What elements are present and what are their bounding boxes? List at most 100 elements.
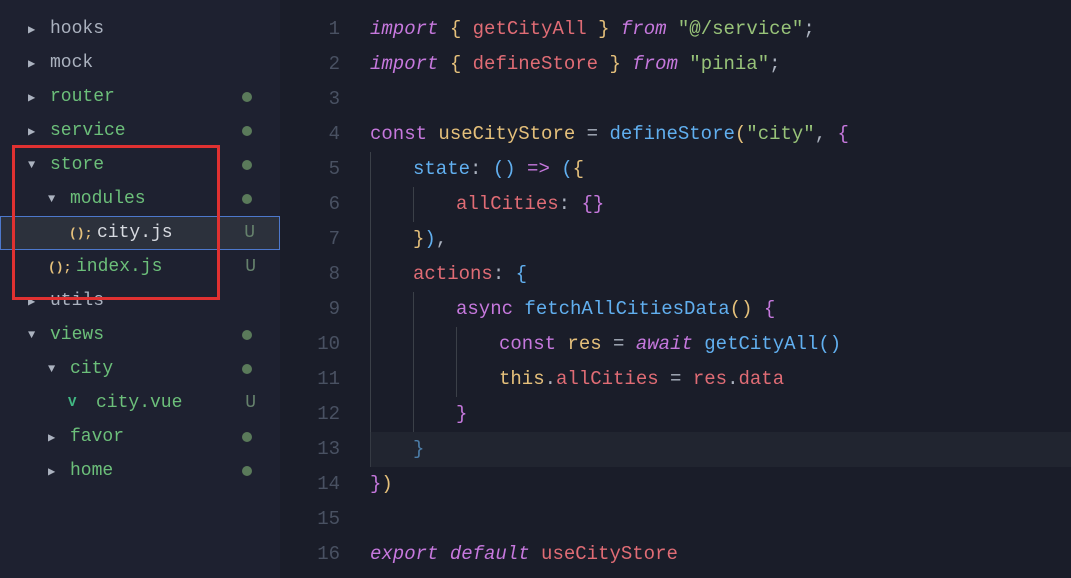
code-line[interactable] bbox=[370, 502, 1071, 537]
chevron-right-icon: ▶ bbox=[28, 90, 42, 105]
folder-label: city bbox=[70, 359, 113, 379]
token-prop: state bbox=[413, 152, 470, 187]
line-number: 16 bbox=[280, 537, 340, 572]
chevron-right-icon: ▶ bbox=[48, 464, 62, 479]
line-number: 15 bbox=[280, 502, 340, 537]
code-line[interactable]: import { getCityAll } from "@/service"; bbox=[370, 12, 1071, 47]
token-keyword: await bbox=[636, 327, 704, 362]
token-brace: ( bbox=[818, 327, 829, 362]
folder-label: service bbox=[50, 121, 126, 141]
line-number: 1 bbox=[280, 12, 340, 47]
token-brace: { bbox=[450, 12, 473, 47]
chevron-down-icon: ▼ bbox=[28, 328, 42, 342]
token-prop: allCities bbox=[456, 187, 559, 222]
chevron-right-icon: ▶ bbox=[28, 294, 42, 309]
chevron-down-icon: ▼ bbox=[28, 158, 42, 172]
vue-file-icon: V bbox=[68, 395, 90, 411]
token-string: "@/service" bbox=[678, 12, 803, 47]
line-number: 2 bbox=[280, 47, 340, 82]
tree-file-city-js[interactable]: (); city.js bbox=[0, 216, 280, 250]
token-prop: data bbox=[738, 362, 784, 397]
line-number: 5 bbox=[280, 152, 340, 187]
line-number: 11 bbox=[280, 362, 340, 397]
line-number: 14 bbox=[280, 467, 340, 502]
chevron-down-icon: ▼ bbox=[48, 362, 62, 376]
code-line[interactable]: }), bbox=[370, 222, 1071, 257]
tree-folder-views[interactable]: ▼ views bbox=[0, 318, 280, 352]
line-number: 9 bbox=[280, 292, 340, 327]
token-func: defineStore bbox=[609, 117, 734, 152]
token-arrow: => bbox=[527, 152, 561, 187]
file-label: city.vue bbox=[96, 393, 182, 413]
token-string: "pinia" bbox=[689, 47, 769, 82]
tree-folder-city[interactable]: ▼ city bbox=[0, 352, 280, 386]
tree-folder-store[interactable]: ▼ store bbox=[0, 148, 280, 182]
token-brace: } bbox=[593, 187, 604, 222]
token-brace: { bbox=[450, 47, 473, 82]
token-brace: ( bbox=[735, 117, 746, 152]
line-number: 10 bbox=[280, 327, 340, 362]
folder-label: modules bbox=[70, 189, 146, 209]
code-line[interactable]: } bbox=[370, 397, 1071, 432]
code-line[interactable]: const res = await getCityAll() bbox=[370, 327, 1071, 362]
line-number: 12 bbox=[280, 397, 340, 432]
code-line[interactable]: export default useCityStore bbox=[370, 537, 1071, 572]
code-line[interactable]: actions: { bbox=[370, 257, 1071, 292]
token-keyword: import bbox=[370, 12, 438, 47]
tree-folder-favor[interactable]: ▶ favor bbox=[0, 420, 280, 454]
file-label: city.js bbox=[97, 223, 173, 243]
token-const: useCityStore bbox=[438, 117, 575, 152]
code-line[interactable]: } bbox=[370, 432, 1071, 467]
token-comma: , bbox=[436, 222, 447, 257]
folder-label: router bbox=[50, 87, 115, 107]
folder-label: store bbox=[50, 155, 104, 175]
tree-folder-mock[interactable]: ▶ mock bbox=[0, 46, 280, 80]
token-dot: . bbox=[727, 362, 738, 397]
token-const: res bbox=[567, 327, 601, 362]
folder-label: home bbox=[70, 461, 113, 481]
tree-file-index-js[interactable]: (); index.js bbox=[0, 250, 280, 284]
line-number: 3 bbox=[280, 82, 340, 117]
token-brace: { bbox=[516, 257, 527, 292]
tree-folder-router[interactable]: ▶ router bbox=[0, 80, 280, 114]
token-keyword: const bbox=[499, 327, 567, 362]
code-line[interactable] bbox=[370, 82, 1071, 117]
folder-label: hooks bbox=[50, 19, 104, 39]
token-brace: ( bbox=[730, 292, 741, 327]
code-line[interactable]: }) bbox=[370, 467, 1071, 502]
token-brace: } bbox=[587, 12, 610, 47]
tree-file-city-vue[interactable]: V city.vue bbox=[0, 386, 280, 420]
token-brace: } bbox=[456, 397, 467, 432]
chevron-down-icon: ▼ bbox=[48, 192, 62, 206]
code-line[interactable]: allCities: {} bbox=[370, 187, 1071, 222]
token-semi: ; bbox=[769, 47, 780, 82]
token-keyword: default bbox=[450, 537, 541, 572]
code-line[interactable]: state: () => ({ bbox=[370, 152, 1071, 187]
token-brace: ) bbox=[504, 152, 527, 187]
tree-folder-modules[interactable]: ▼ modules bbox=[0, 182, 280, 216]
code-line[interactable]: import { defineStore } from "pinia"; bbox=[370, 47, 1071, 82]
token-colon: : bbox=[493, 257, 516, 292]
token-colon: : bbox=[470, 152, 493, 187]
token-dot: . bbox=[545, 362, 556, 397]
token-func: fetchAllCitiesData bbox=[524, 292, 729, 327]
code-line[interactable]: const useCityStore = defineStore("city",… bbox=[370, 117, 1071, 152]
file-explorer-sidebar[interactable]: ▶ hooks ▶ mock ▶ router ▶ service ▼ stor… bbox=[0, 0, 280, 578]
tree-folder-service[interactable]: ▶ service bbox=[0, 114, 280, 148]
token-brace: ) bbox=[830, 327, 841, 362]
token-string: "city" bbox=[746, 117, 814, 152]
token-identifier: useCityStore bbox=[541, 537, 678, 572]
token-brace: ) bbox=[424, 222, 435, 257]
token-brace: } bbox=[370, 467, 381, 502]
code-content[interactable]: import { getCityAll } from "@/service"; … bbox=[370, 12, 1071, 578]
tree-folder-hooks[interactable]: ▶ hooks bbox=[0, 12, 280, 46]
tree-folder-home[interactable]: ▶ home bbox=[0, 454, 280, 488]
code-editor[interactable]: 1 2 3 4 5 6 7 8 9 10 11 12 13 14 15 16 i… bbox=[280, 0, 1071, 578]
code-line[interactable]: async fetchAllCitiesData() { bbox=[370, 292, 1071, 327]
token-identifier: res bbox=[693, 362, 727, 397]
token-op: = bbox=[602, 327, 636, 362]
tree-folder-utils[interactable]: ▶ utils bbox=[0, 284, 280, 318]
token-semi: ; bbox=[803, 12, 814, 47]
token-brace: } bbox=[413, 432, 424, 467]
code-line[interactable]: this.allCities = res.data bbox=[370, 362, 1071, 397]
